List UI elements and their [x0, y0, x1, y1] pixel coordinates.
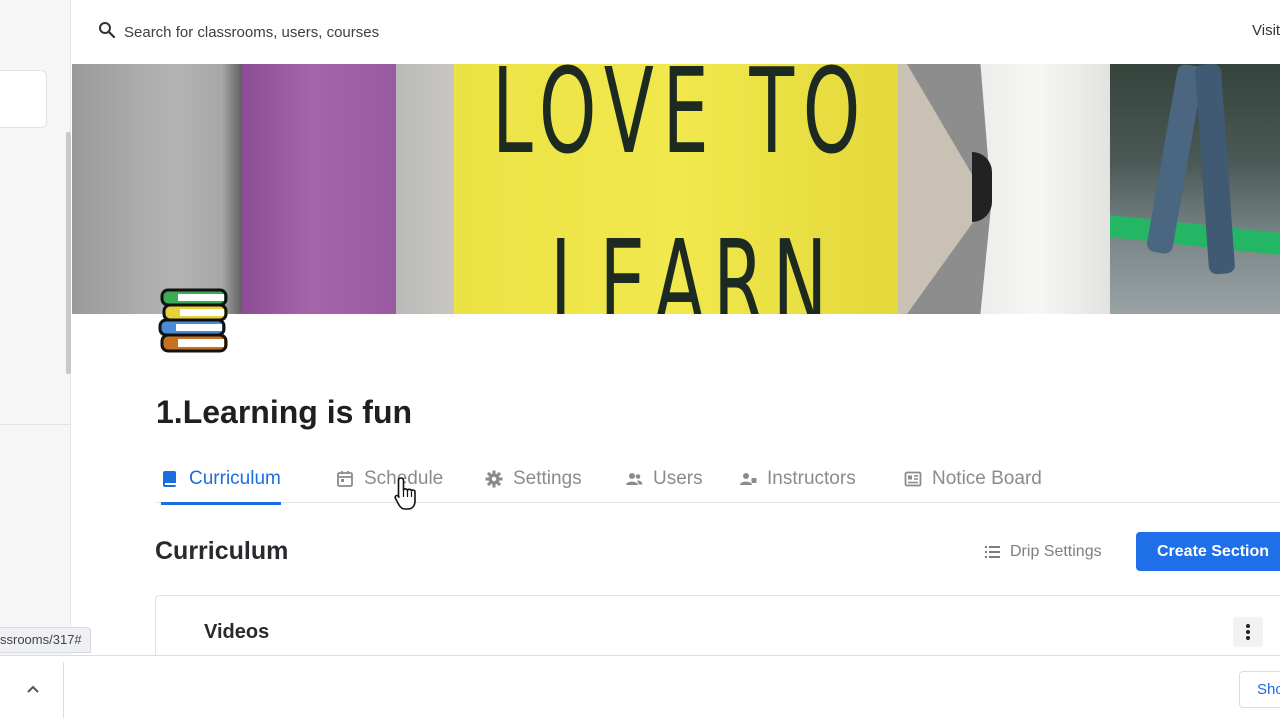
create-section-button[interactable]: Create Section	[1136, 532, 1280, 571]
kebab-menu-icon	[1246, 624, 1250, 640]
sidebar-divider	[0, 424, 71, 425]
tab-instructors[interactable]: Instructors	[739, 455, 856, 503]
list-icon	[985, 546, 1000, 558]
status-url-tooltip: ssrooms/317#	[0, 627, 91, 653]
course-tabs: Curriculum Schedule Settings Users Instr…	[155, 455, 1280, 505]
tab-label: Notice Board	[932, 468, 1042, 489]
sidebar-card[interactable]	[0, 70, 47, 128]
sidebar-scrollbar[interactable]	[66, 132, 71, 374]
tab-settings[interactable]: Settings	[485, 455, 582, 503]
tab-curriculum[interactable]: Curriculum	[161, 455, 281, 505]
users-icon	[626, 473, 643, 485]
show-all-label: Show all	[1257, 681, 1280, 698]
chevron-up-icon[interactable]	[22, 681, 44, 697]
tab-schedule[interactable]: Schedule	[336, 455, 443, 503]
calendar-icon	[337, 471, 353, 487]
section-menu-button[interactable]	[1233, 617, 1263, 647]
section-title: Videos	[204, 621, 270, 643]
tab-label: Curriculum	[189, 468, 281, 489]
tab-label: Users	[653, 468, 703, 489]
visit-link[interactable]: Visit	[1252, 22, 1280, 39]
tab-label: Settings	[513, 468, 582, 489]
tab-label: Instructors	[767, 468, 856, 489]
left-sidebar	[0, 0, 71, 655]
curriculum-heading: Curriculum	[155, 537, 289, 565]
tab-label: Schedule	[364, 468, 444, 489]
search-input[interactable]	[124, 20, 724, 44]
tab-users[interactable]: Users	[625, 455, 703, 503]
notice-board-icon	[904, 471, 922, 487]
gear-icon	[485, 470, 503, 488]
page: Visit LOVE TO LEARN 1.Learning is fun	[0, 0, 1280, 720]
download-bar: Show all	[0, 655, 1280, 720]
book-icon	[163, 471, 176, 487]
show-all-button[interactable]: Show all	[1239, 671, 1280, 708]
banner-text-line1: LOVE TO	[492, 64, 870, 180]
download-bar-divider	[63, 662, 64, 718]
create-section-label: Create Section	[1157, 542, 1270, 560]
books-stack-icon	[158, 288, 228, 353]
search-icon	[99, 22, 116, 39]
drip-settings-label: Drip Settings	[1010, 543, 1102, 560]
drip-settings-button[interactable]: Drip Settings	[984, 538, 1102, 566]
top-bar: Visit	[72, 0, 1280, 64]
banner-text-line2: LEARN	[550, 214, 836, 314]
instructors-icon	[740, 473, 757, 485]
course-banner-image: LOVE TO LEARN	[72, 64, 1280, 314]
tab-notice-board[interactable]: Notice Board	[904, 455, 1042, 503]
course-title: 1.Learning is fun	[156, 394, 413, 430]
